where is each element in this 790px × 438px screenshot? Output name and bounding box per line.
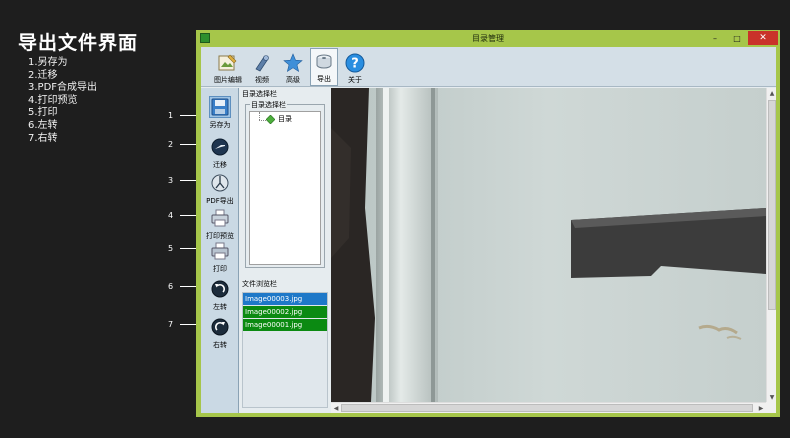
help-icon: ? (344, 52, 366, 74)
tree-connector (259, 120, 266, 121)
pdf-export-icon (209, 172, 231, 194)
rotate-right-button[interactable]: 右转 (201, 316, 239, 350)
side-toolbar-label: 左转 (213, 303, 227, 311)
directory-panel-caption: 目录选择栏 (242, 90, 277, 98)
file-panel-caption: 文件浏览栏 (242, 280, 277, 288)
toolbar-about[interactable]: ? 关于 (341, 48, 369, 86)
directory-group-title: 目录选择栏 (250, 100, 287, 110)
rotate-right-icon (209, 316, 231, 338)
star-icon (282, 52, 304, 74)
legend-item: 1.另存为 (28, 57, 68, 68)
pdf-export-button[interactable]: PDF导出 (201, 172, 239, 206)
maximize-button[interactable]: □ (726, 31, 748, 45)
scroll-right-icon[interactable]: ▶ (756, 403, 766, 413)
scroll-down-icon[interactable]: ▼ (767, 392, 777, 402)
title-bar[interactable]: 目录管理 – □ ✕ (196, 30, 780, 47)
file-list: Image00003.jpg Image00002.jpg Image00001… (242, 292, 328, 408)
side-toolbar-label: 右转 (213, 341, 227, 349)
file-item[interactable]: Image00002.jpg (243, 306, 327, 318)
callout-number: 7 (168, 319, 174, 329)
directory-tree[interactable]: 目录 (249, 111, 321, 265)
page-title: 导出文件界面 (18, 32, 139, 54)
scroll-corner (766, 402, 776, 413)
side-toolbar-label: 另存为 (209, 121, 231, 129)
toolbar-label: 关于 (348, 76, 362, 84)
svg-text:?: ? (351, 57, 359, 72)
toolbar-image-edit[interactable]: 图片编辑 (211, 48, 245, 86)
side-toolbar-label: PDF导出 (206, 197, 234, 205)
printer-icon (209, 240, 231, 262)
toolbar-label: 视频 (255, 76, 269, 84)
file-item[interactable]: Image00001.jpg (243, 319, 327, 331)
callout-number: 2 (168, 139, 174, 149)
save-as-icon (209, 96, 231, 118)
migrate-icon (209, 136, 231, 158)
feature-legend: 1.另存为 2.迁移 3.PDF合成导出 4.打印预览 5.打印 6.左转 7.… (28, 57, 97, 145)
vertical-scrollbar[interactable]: ▲ ▼ (766, 88, 776, 402)
preview-image (331, 88, 766, 402)
folder-node-icon (266, 115, 275, 124)
toolbar-label: 导出 (317, 75, 331, 83)
scroll-left-icon[interactable]: ◀ (331, 403, 341, 413)
horizontal-scroll-thumb[interactable] (341, 404, 753, 412)
toolbar-advanced[interactable]: 高级 (279, 48, 307, 86)
window-title: 目录管理 (472, 34, 504, 43)
callout-number: 4 (168, 210, 174, 220)
image-edit-icon (217, 52, 239, 74)
image-preview[interactable]: ▲ ▼ ◀ ▶ (331, 88, 776, 413)
export-disk-icon (313, 51, 335, 73)
migrate-button[interactable]: 迁移 (201, 136, 239, 170)
print-preview-button[interactable]: 打印预览 (201, 207, 239, 241)
print-preview-icon (209, 207, 231, 229)
save-as-button[interactable]: 另存为 (201, 96, 239, 130)
rotate-left-button[interactable]: 左转 (201, 278, 239, 312)
toolbar-label: 高级 (286, 76, 300, 84)
middle-panel: 目录选择栏 目录选择栏 目录 文件浏览栏 Image00003.jpg Imag… (241, 88, 329, 413)
vertical-scroll-thumb[interactable] (768, 100, 776, 310)
legend-item: 6.左转 (28, 119, 58, 131)
legend-item: 2.迁移 (28, 69, 58, 81)
side-toolbar: 另存为 迁移 PDF导出 打印预览 打印 左转 右转 (201, 88, 239, 413)
app-window: 目录管理 – □ ✕ 图片编辑 视频 高级 导出 ? 关于 另存为 迁移 PDF… (196, 30, 780, 417)
main-toolbar: 图片编辑 视频 高级 导出 ? 关于 (201, 47, 776, 87)
side-toolbar-label: 迁移 (213, 161, 227, 169)
callout-number: 1 (168, 110, 174, 120)
legend-item: 4.打印预览 (28, 94, 78, 106)
print-button[interactable]: 打印 (201, 240, 239, 274)
tree-item-root[interactable]: 目录 (278, 114, 292, 124)
side-toolbar-label: 打印 (213, 265, 227, 273)
callout-number: 3 (168, 175, 174, 185)
scroll-up-icon[interactable]: ▲ (767, 88, 777, 98)
close-button[interactable]: ✕ (748, 31, 778, 45)
window-controls: – □ ✕ (704, 31, 778, 45)
legend-item: 5.打印 (28, 107, 58, 119)
video-icon (251, 52, 273, 74)
toolbar-video[interactable]: 视频 (248, 48, 276, 86)
horizontal-scrollbar[interactable]: ◀ ▶ (331, 402, 766, 413)
file-item[interactable]: Image00003.jpg (243, 293, 327, 305)
directory-group: 目录选择栏 目录 (245, 100, 325, 268)
callout-number: 5 (168, 243, 174, 253)
callout-number: 6 (168, 281, 174, 291)
toolbar-label: 图片编辑 (214, 76, 242, 84)
tree-connector (259, 112, 260, 120)
minimize-button[interactable]: – (704, 31, 726, 45)
legend-item: 7.右转 (28, 132, 58, 144)
rotate-left-icon (209, 278, 231, 300)
legend-item: 3.PDF合成导出 (28, 82, 98, 94)
client-area: 图片编辑 视频 高级 导出 ? 关于 另存为 迁移 PDF导出 打印预览 打印 … (201, 47, 776, 413)
toolbar-export[interactable]: 导出 (310, 48, 338, 86)
